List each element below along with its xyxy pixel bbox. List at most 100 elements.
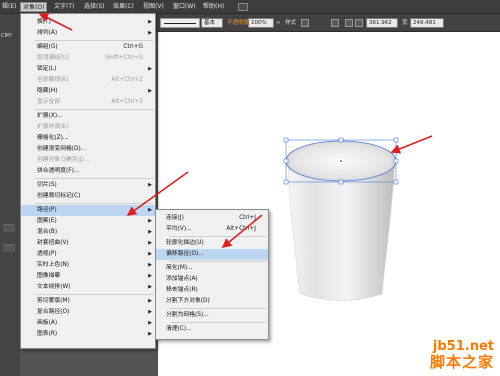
menu-item-label: 扩展(X)... — [37, 113, 63, 119]
align-icon[interactable] — [345, 19, 353, 27]
menu-item[interactable]: 栅格化(Z)... — [21, 133, 155, 144]
menu-item[interactable]: 图案(E) ▶ — [21, 216, 155, 227]
menu-item[interactable]: 混合(B) ▶ — [21, 227, 155, 238]
menu-item[interactable]: 隐藏(H) ▶ — [21, 86, 155, 97]
menu-item-label: 复合路径(O) — [37, 309, 70, 315]
menu-item[interactable]: 创建裁切标记(C) — [21, 191, 155, 202]
menu-view[interactable]: 视图(V) — [141, 2, 166, 12]
menu-separator — [35, 178, 153, 179]
menu-effect[interactable]: 效果(C) — [111, 2, 136, 12]
menu-separator — [170, 322, 266, 323]
menu-item-shortcut: Ctrl+J — [239, 215, 256, 221]
width-input[interactable]: 249.481 — [410, 18, 444, 28]
menu-item-label: 轮廓化描边(U) — [166, 240, 204, 246]
menu-item-label: 简化(M)... — [166, 265, 193, 271]
tool-button[interactable] — [3, 244, 15, 252]
menu-item[interactable]: 图表(R) ▶ — [21, 329, 155, 340]
submenu-arrow-icon: ▶ — [148, 229, 152, 235]
menu-help[interactable]: 帮助(H) — [201, 2, 226, 12]
menu-item[interactable]: 锁定(L) ▶ — [21, 64, 155, 75]
submenu-arrow-icon: ▶ — [148, 30, 152, 36]
opacity-input[interactable]: 100% — [248, 18, 274, 28]
menu-item[interactable]: 拼合透明度(F)... — [21, 166, 155, 177]
object-menu: 换(T) ▶ 排列(A) ▶ 编组(G) Ctrl+G 取消编组(U) Shift+Ctrl+… — [20, 13, 156, 349]
submenu-arrow-icon: ▶ — [148, 251, 152, 257]
menu-item[interactable]: 取消编组(U) Shift+Ctrl+G — [21, 53, 155, 64]
document-setup-icon[interactable] — [331, 19, 339, 27]
tool-button[interactable] — [3, 224, 15, 232]
menu-item-label: 透视(P) — [37, 251, 57, 257]
menu-item-label: 创建裁切标记(C) — [37, 193, 81, 199]
x-position-input[interactable]: 361.962 — [366, 18, 398, 28]
style-swatch[interactable] — [301, 19, 309, 27]
menu-select[interactable]: 选择(S) — [82, 2, 107, 12]
menu-item[interactable]: 分割下方对象(D) — [156, 296, 268, 307]
menu-item[interactable]: 路径(P) ▶ — [21, 205, 155, 216]
menu-item[interactable]: 剪切蒙版(M) ▶ — [21, 296, 155, 307]
submenu-arrow-icon: ▶ — [148, 66, 152, 72]
menu-item[interactable]: 封套扭曲(V) ▶ — [21, 238, 155, 249]
menu-item[interactable]: 实时上色(N) ▶ — [21, 260, 155, 271]
menu-item[interactable]: 扩展(X)... — [21, 111, 155, 122]
menu-item[interactable]: 简化(M)... — [156, 263, 268, 274]
menu-item-label: 添加锚点(A) — [166, 276, 198, 282]
submenu-arrow-icon: ▶ — [148, 19, 152, 25]
menu-item[interactable]: 移去锚点(R) — [156, 285, 268, 296]
submenu-arrow-icon: ▶ — [148, 262, 152, 268]
opacity-label[interactable]: 不透明度 — [227, 19, 249, 27]
menu-item[interactable]: 连接(J) Ctrl+J — [156, 213, 268, 224]
menu-item[interactable]: 平均(V)... Alt+Ctrl+J — [156, 224, 268, 235]
menu-item-label: 平均(V)... — [166, 226, 192, 232]
transform-icon[interactable] — [355, 19, 363, 27]
menu-item[interactable]: 透视(P) ▶ — [21, 249, 155, 260]
menu-type[interactable]: 文字(T) — [52, 2, 76, 12]
menu-item[interactable]: 复合路径(O) ▶ — [21, 307, 155, 318]
menu-item[interactable]: 创建渐变网格(D)... — [21, 144, 155, 155]
menu-item[interactable]: 切片(S) ▶ — [21, 180, 155, 191]
opacity-arrow-icon[interactable]: > — [276, 19, 281, 27]
menu-item[interactable]: 全部解锁(K) Alt+Ctrl+2 — [21, 75, 155, 86]
document-tab[interactable]: CMY — [0, 32, 12, 40]
submenu-arrow-icon: ▶ — [148, 88, 152, 94]
stroke-profile-dropdown[interactable] — [160, 18, 200, 28]
menu-separator — [170, 308, 266, 309]
menu-item[interactable]: 换(T) ▶ — [21, 17, 155, 28]
menu-item-label: 创建渐变网格(D)... — [37, 146, 87, 152]
workspace-switcher-icon[interactable] — [238, 3, 248, 11]
menu-window[interactable]: 窗口(W) — [171, 2, 198, 12]
width-label: 宽 — [402, 20, 408, 26]
menu-item[interactable]: 图像描摹 ▶ — [21, 271, 155, 282]
menu-edit[interactable]: 辑(E) — [0, 2, 18, 12]
submenu-arrow-icon: ▶ — [148, 240, 152, 246]
menu-separator — [35, 40, 153, 41]
menu-item[interactable]: 扩展外观(E) — [21, 122, 155, 133]
menu-item[interactable]: 编组(G) Ctrl+G — [21, 42, 155, 53]
menu-item-label: 封套扭曲(V) — [37, 240, 69, 246]
submenu-arrow-icon: ▶ — [148, 207, 152, 213]
watermark-name: 脚本之家 — [429, 353, 494, 371]
menu-item[interactable]: 创建对象马赛克(J)... — [21, 155, 155, 166]
menu-item-label: 显示全部 — [37, 99, 61, 105]
menu-item[interactable]: 显示全部 Alt+Ctrl+3 — [21, 97, 155, 108]
submenu-arrow-icon: ▶ — [148, 218, 152, 224]
menu-bar: 辑(E) 对象(O) 文字(T) 选择(S) 效果(C) 视图(V) 窗口(W)… — [0, 0, 500, 14]
menu-item-label: 分割为网格(S)... — [166, 312, 209, 318]
menu-item[interactable]: 文本绕排(W) ▶ — [21, 282, 155, 293]
menu-item-label: 图表(R) — [37, 331, 58, 337]
menu-object[interactable]: 对象(O) — [20, 2, 48, 12]
menu-item[interactable]: 清理(C)... — [156, 324, 268, 335]
menu-item[interactable]: 添加锚点(A) — [156, 274, 268, 285]
menu-item[interactable]: 画板(A) ▶ — [21, 318, 155, 329]
menu-item-label: 图像描摹 — [37, 273, 61, 279]
watermark-site: jb51.net — [432, 339, 494, 354]
menu-item-label: 扩展外观(E) — [37, 124, 69, 130]
menu-item[interactable]: 排列(A) ▶ — [21, 28, 155, 39]
tool-panel-strip — [0, 14, 20, 376]
menu-item[interactable]: 轮廓化描边(U) — [156, 238, 268, 249]
menu-item[interactable]: 分割为网格(S)... — [156, 310, 268, 321]
submenu-arrow-icon: ▶ — [148, 320, 152, 326]
menu-separator — [35, 294, 153, 295]
menu-item[interactable]: 偏移路径(O)... — [156, 249, 268, 260]
brush-definition-dropdown[interactable]: 基本 — [201, 18, 223, 28]
menu-item-label: 排列(A) — [37, 30, 58, 36]
